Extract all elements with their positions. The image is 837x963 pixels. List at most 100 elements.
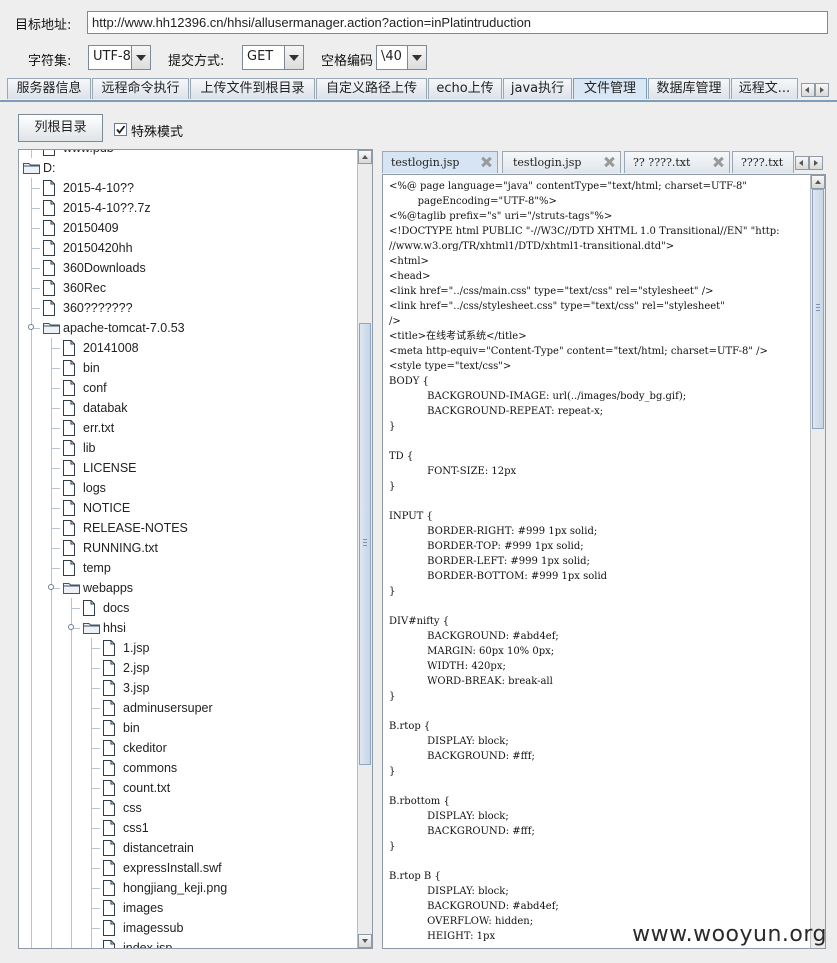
file-tab[interactable]: ?? ????.txt — [624, 151, 730, 173]
tree-item[interactable]: hongjiang_keji.png — [19, 878, 349, 898]
tree-item[interactable]: RUNNING.txt — [19, 538, 349, 558]
close-icon[interactable] — [481, 157, 491, 167]
tree-item[interactable]: 20150409 — [19, 218, 349, 238]
tree-item[interactable]: images — [19, 898, 349, 918]
tree-item[interactable]: lib — [19, 438, 349, 458]
tab-echo-upload[interactable]: echo上传 — [428, 78, 502, 99]
tree-item[interactable]: www.pdb — [19, 150, 349, 158]
close-icon[interactable] — [604, 157, 614, 167]
tree-item[interactable]: bin — [19, 718, 349, 738]
chevron-down-icon[interactable] — [407, 46, 426, 69]
chevron-down-icon[interactable] — [131, 46, 150, 69]
tree-item[interactable]: databak — [19, 398, 349, 418]
tree-item[interactable]: 360Downloads — [19, 258, 349, 278]
tree-folder[interactable]: apache-tomcat-7.0.53 — [19, 318, 349, 338]
tree-item[interactable]: 1.jsp — [19, 638, 349, 658]
expand-toggle-icon[interactable] — [48, 584, 54, 590]
tree-item[interactable]: commons — [19, 758, 349, 778]
tree-folder[interactable]: webapps — [19, 578, 349, 598]
tree-item[interactable]: bin — [19, 358, 349, 378]
tree-item[interactable]: err.txt — [19, 418, 349, 438]
file-tab[interactable]: testlogin.jsp — [502, 151, 621, 173]
tab-remote-file[interactable]: 远程文... — [731, 78, 798, 99]
tree-item[interactable]: RELEASE-NOTES — [19, 518, 349, 538]
tree-item[interactable]: docs — [19, 598, 349, 618]
expand-toggle-icon[interactable] — [68, 624, 74, 630]
file-tree-panel: www.pdb D: 2015-4-10?? 2015-4-10??.7z 201504… — [18, 149, 373, 949]
file-tab-scroll-left-icon[interactable] — [795, 156, 809, 170]
tree-item[interactable]: distancetrain — [19, 838, 349, 858]
space-encoding-select[interactable]: \40 — [376, 45, 427, 70]
chevron-down-icon[interactable] — [284, 46, 303, 69]
tab-scroll-right-icon[interactable] — [815, 83, 829, 97]
code-line: <title>在线考试系统</title> — [389, 331, 527, 342]
close-icon[interactable] — [713, 157, 723, 167]
tree-item[interactable]: 20141008 — [19, 338, 349, 358]
code-text[interactable]: <%@ page language="java" contentType="te… — [389, 179, 805, 944]
tree-branch-line — [91, 948, 100, 949]
tree-item[interactable]: imagessub — [19, 918, 349, 938]
tab-upload-root[interactable]: 上传文件到根目录 — [190, 78, 315, 99]
tree-guide-line — [71, 938, 72, 948]
file-icon — [63, 540, 75, 556]
tab-custom-upload[interactable]: 自定义路径上传 — [316, 78, 427, 99]
tab-file-manager[interactable]: 文件管理 — [573, 78, 647, 99]
tab-remote-command[interactable]: 远程命令执行 — [92, 78, 189, 99]
tree-item[interactable]: NOTICE — [19, 498, 349, 518]
editor-scroll-thumb[interactable] — [812, 189, 824, 429]
tree-branch-line — [91, 648, 100, 649]
tab-java-exec[interactable]: java执行 — [503, 78, 572, 99]
tab-scroll-left-icon[interactable] — [801, 83, 815, 97]
scroll-down-icon[interactable] — [358, 934, 372, 948]
tree-folder[interactable]: hhsi — [19, 618, 349, 638]
charset-select[interactable]: UTF-8 — [88, 45, 151, 70]
file-tab[interactable]: ????.txt — [732, 151, 794, 173]
tree-item[interactable]: 2015-4-10?? — [19, 178, 349, 198]
tree-item[interactable]: logs — [19, 478, 349, 498]
tree-item-label: NOTICE — [83, 501, 131, 515]
tree-item[interactable]: 360??????? — [19, 298, 349, 318]
tab-server-info[interactable]: 服务器信息 — [7, 78, 91, 99]
tree-item[interactable]: LICENSE — [19, 458, 349, 478]
tree-item[interactable]: 20150420hh — [19, 238, 349, 258]
tree-guide-line — [31, 638, 32, 658]
space-encoding-label: 空格编码 — [321, 54, 374, 69]
tree-item[interactable]: conf — [19, 378, 349, 398]
editor-scrollbar[interactable] — [810, 175, 825, 948]
tree-item-label: 360Downloads — [63, 261, 146, 275]
tree-branch-line — [91, 848, 100, 849]
file-tab[interactable]: testlogin.jsp — [382, 151, 498, 173]
checkmark-icon — [116, 125, 126, 134]
tree-scrollbar[interactable] — [357, 150, 372, 948]
tree-item[interactable]: css — [19, 798, 349, 818]
expand-toggle-icon[interactable] — [28, 324, 34, 330]
tree-item[interactable]: ckeditor — [19, 738, 349, 758]
list-root-button[interactable]: 列根目录 — [18, 114, 103, 142]
tree-item[interactable]: expressInstall.swf — [19, 858, 349, 878]
tree-item[interactable]: 2015-4-10??.7z — [19, 198, 349, 218]
tree-item[interactable]: 360Rec — [19, 278, 349, 298]
tree-item[interactable]: 3.jsp — [19, 678, 349, 698]
tree-item[interactable]: 2.jsp — [19, 658, 349, 678]
tree-folder[interactable]: D: — [19, 158, 349, 178]
scroll-up-icon[interactable] — [811, 175, 825, 189]
file-icon — [103, 640, 115, 656]
url-input[interactable]: http://www.hh12396.cn/hhsi/allusermanage… — [87, 11, 828, 34]
method-select[interactable]: GET — [242, 45, 304, 70]
tree-item[interactable]: count.txt — [19, 778, 349, 798]
tree-item[interactable]: index.jsp — [19, 938, 349, 949]
tree-scroll-thumb[interactable] — [359, 323, 371, 765]
file-icon — [63, 440, 75, 456]
tree-item[interactable]: css1 — [19, 818, 349, 838]
special-mode-checkbox[interactable] — [114, 123, 127, 136]
tree-item-label: hongjiang_keji.png — [123, 881, 228, 895]
file-tab-scroll-right-icon[interactable] — [809, 156, 823, 170]
tab-db-manager[interactable]: 数据库管理 — [648, 78, 730, 99]
code-editor[interactable]: <%@ page language="java" contentType="te… — [382, 174, 826, 949]
scroll-up-icon[interactable] — [358, 150, 372, 164]
tree-branch-line — [91, 908, 100, 909]
tree-item[interactable]: adminusersuper — [19, 698, 349, 718]
tree-item-label: bin — [123, 721, 140, 735]
tree-item[interactable]: temp — [19, 558, 349, 578]
